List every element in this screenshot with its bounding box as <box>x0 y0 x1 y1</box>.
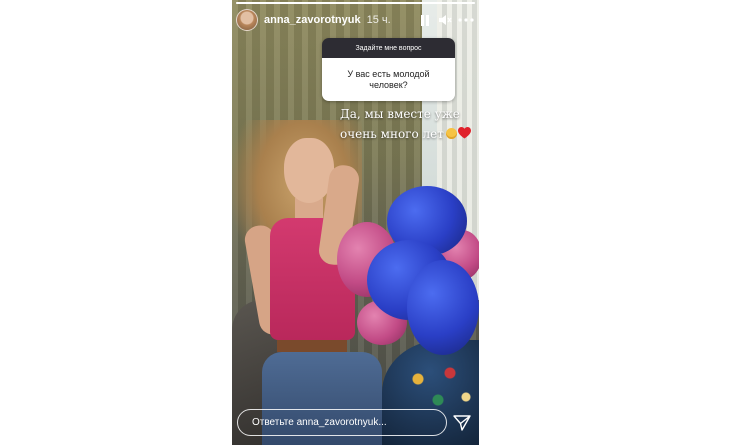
answer-text: Да, мы вместе уже очень много лет <box>340 104 480 144</box>
question-sticker-text: У вас есть молодой человек? <box>322 58 455 101</box>
paper-plane-icon[interactable] <box>452 413 472 433</box>
question-sticker-header: Задайте мне вопрос <box>322 38 455 58</box>
pause-icon[interactable] <box>417 12 433 28</box>
smiling-face-icon <box>445 128 457 139</box>
belt <box>277 340 347 352</box>
table-pattern <box>402 355 479 415</box>
reply-input[interactable]: Ответьте anna_zavorotnyuk... <box>237 409 447 436</box>
more-dots-icon[interactable] <box>457 12 475 28</box>
answer-line-2: очень много лет <box>340 127 444 141</box>
answer-line-1: Да, мы вместе уже <box>340 107 460 121</box>
answer-line-2-wrap: очень много лет <box>340 124 480 144</box>
reply-placeholder: Ответьте anna_zavorotnyuk... <box>252 417 387 428</box>
username[interactable]: anna_zavorotnyuk <box>264 14 361 26</box>
question-sticker[interactable]: Задайте мне вопрос У вас есть молодой че… <box>322 38 455 101</box>
story-header: anna_zavorotnyuk 15 ч. <box>236 8 475 32</box>
story-progress-bar <box>236 2 475 4</box>
story-progress-fill <box>236 2 475 4</box>
speaker-muted-icon[interactable] <box>437 12 453 28</box>
time-ago: 15 ч. <box>366 14 391 26</box>
red-heart-icon <box>457 127 471 139</box>
avatar[interactable] <box>236 9 258 31</box>
hydrangea-blue <box>407 260 479 355</box>
